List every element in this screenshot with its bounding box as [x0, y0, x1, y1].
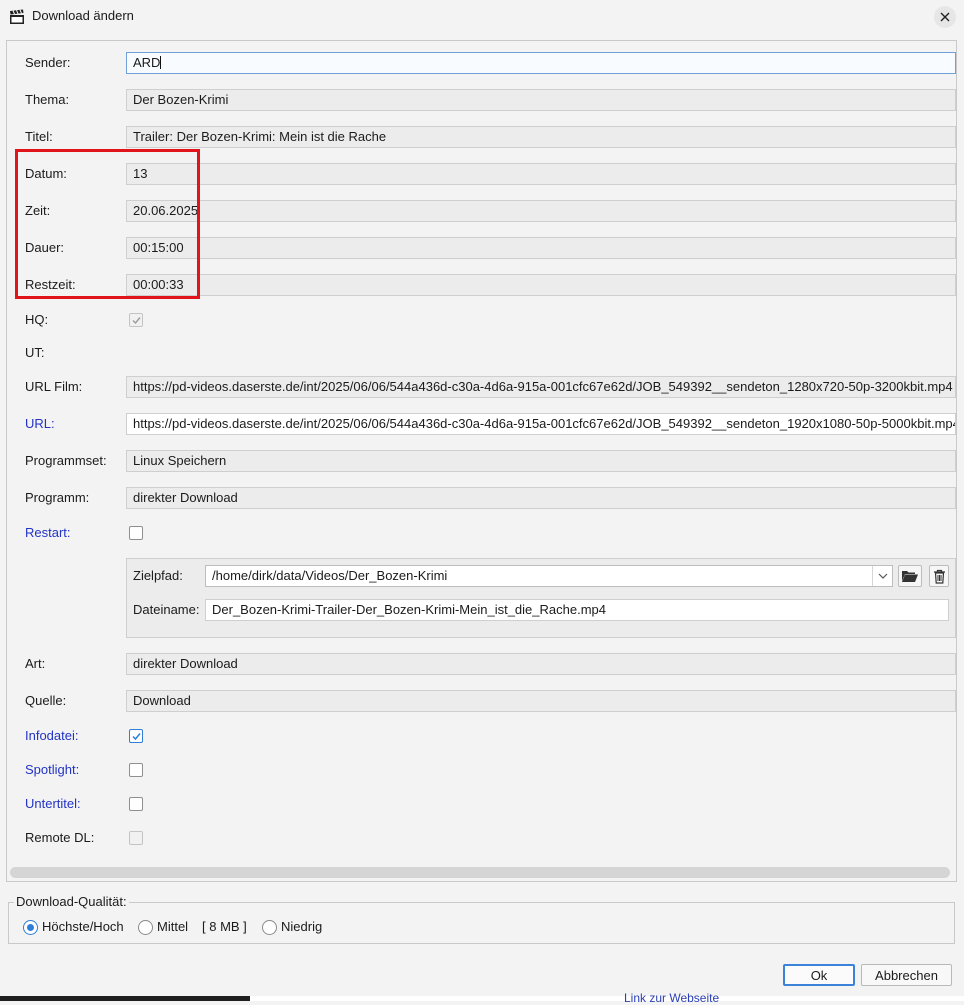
quelle-field[interactable]: Download	[126, 690, 956, 712]
window-title: Download ändern	[32, 8, 134, 23]
untertitel-label: Untertitel:	[25, 796, 81, 811]
infodatei-label: Infodatei:	[25, 728, 79, 743]
sender-label: Sender:	[25, 55, 71, 70]
restart-label: Restart:	[25, 525, 71, 540]
close-icon	[940, 12, 950, 22]
quality-high-radio[interactable]	[23, 920, 38, 935]
restart-checkbox[interactable]	[129, 526, 143, 540]
background-window-strip: Link zur Webseite	[0, 991, 964, 1005]
background-link[interactable]: Link zur Webseite	[624, 991, 719, 1005]
quality-low-label[interactable]: Niedrig	[281, 919, 322, 934]
ut-label: UT:	[25, 345, 45, 360]
sender-field[interactable]: ARD	[126, 52, 956, 74]
untertitel-checkbox[interactable]	[129, 797, 143, 811]
title-bar: Download ändern	[0, 0, 964, 34]
zielpfad-combobox[interactable]: /home/dirk/data/Videos/Der_Bozen-Krimi	[205, 565, 893, 587]
restzeit-field[interactable]: 00:00:33	[126, 274, 956, 296]
text-cursor	[160, 56, 162, 69]
delete-path-button[interactable]	[929, 565, 949, 587]
checkmark-icon	[132, 733, 141, 741]
quality-medium-label[interactable]: Mittel	[157, 919, 188, 934]
programmset-label: Programmset:	[25, 453, 107, 468]
hq-label: HQ:	[25, 312, 49, 327]
open-folder-button[interactable]	[898, 565, 922, 587]
url-film-label: URL Film:	[25, 379, 83, 394]
chevron-down-icon[interactable]	[872, 566, 892, 586]
quality-title: Download-Qualität:	[14, 894, 129, 909]
url-label: URL:	[25, 416, 55, 431]
spotlight-label: Spotlight:	[25, 762, 80, 777]
programm-field[interactable]: direkter Download	[126, 487, 956, 509]
quality-high-label[interactable]: Höchste/Hoch	[42, 919, 124, 934]
remote-dl-label: Remote DL:	[25, 830, 95, 845]
quality-medium-radio[interactable]	[138, 920, 153, 935]
background-dark-area	[0, 996, 250, 1001]
art-label: Art:	[25, 656, 46, 671]
titel-field[interactable]: Trailer: Der Bozen-Krimi: Mein ist die R…	[126, 126, 956, 148]
remote-dl-checkbox[interactable]	[129, 831, 143, 845]
zielpfad-label: Zielpfad:	[133, 568, 183, 583]
dateiname-field[interactable]: Der_Bozen-Krimi-Trailer-Der_Bozen-Krimi-…	[205, 599, 949, 621]
hq-checkbox[interactable]	[129, 313, 143, 327]
horizontal-scrollbar[interactable]	[10, 867, 950, 878]
cancel-button[interactable]: Abbrechen	[861, 964, 952, 986]
art-field[interactable]: direkter Download	[126, 653, 956, 675]
dateiname-label: Dateiname:	[133, 602, 200, 617]
trash-icon	[933, 569, 945, 584]
programmset-field[interactable]: Linux Speichern	[126, 450, 956, 472]
programm-label: Programm:	[25, 490, 90, 505]
titel-label: Titel:	[25, 129, 53, 144]
clapperboard-icon	[10, 9, 24, 24]
url-film-field[interactable]: https://pd-videos.daserste.de/int/2025/0…	[126, 376, 956, 398]
thema-label: Thema:	[25, 92, 70, 107]
close-button[interactable]	[934, 6, 956, 28]
url-field[interactable]: https://pd-videos.daserste.de/int/2025/0…	[126, 413, 956, 435]
checkmark-icon	[132, 317, 141, 325]
quality-size-label: [ 8 MB ]	[202, 919, 247, 934]
quelle-label: Quelle:	[25, 693, 67, 708]
folder-open-icon	[902, 571, 918, 582]
dauer-field[interactable]: 00:15:00	[126, 237, 956, 259]
ok-button[interactable]: Ok	[783, 964, 855, 986]
datum-field[interactable]: 13	[126, 163, 956, 185]
highlight-box	[15, 149, 200, 299]
spotlight-checkbox[interactable]	[129, 763, 143, 777]
zeit-field[interactable]: 20.06.2025	[126, 200, 956, 222]
thema-field[interactable]: Der Bozen-Krimi	[126, 89, 956, 111]
infodatei-checkbox[interactable]	[129, 729, 143, 743]
quality-low-radio[interactable]	[262, 920, 277, 935]
